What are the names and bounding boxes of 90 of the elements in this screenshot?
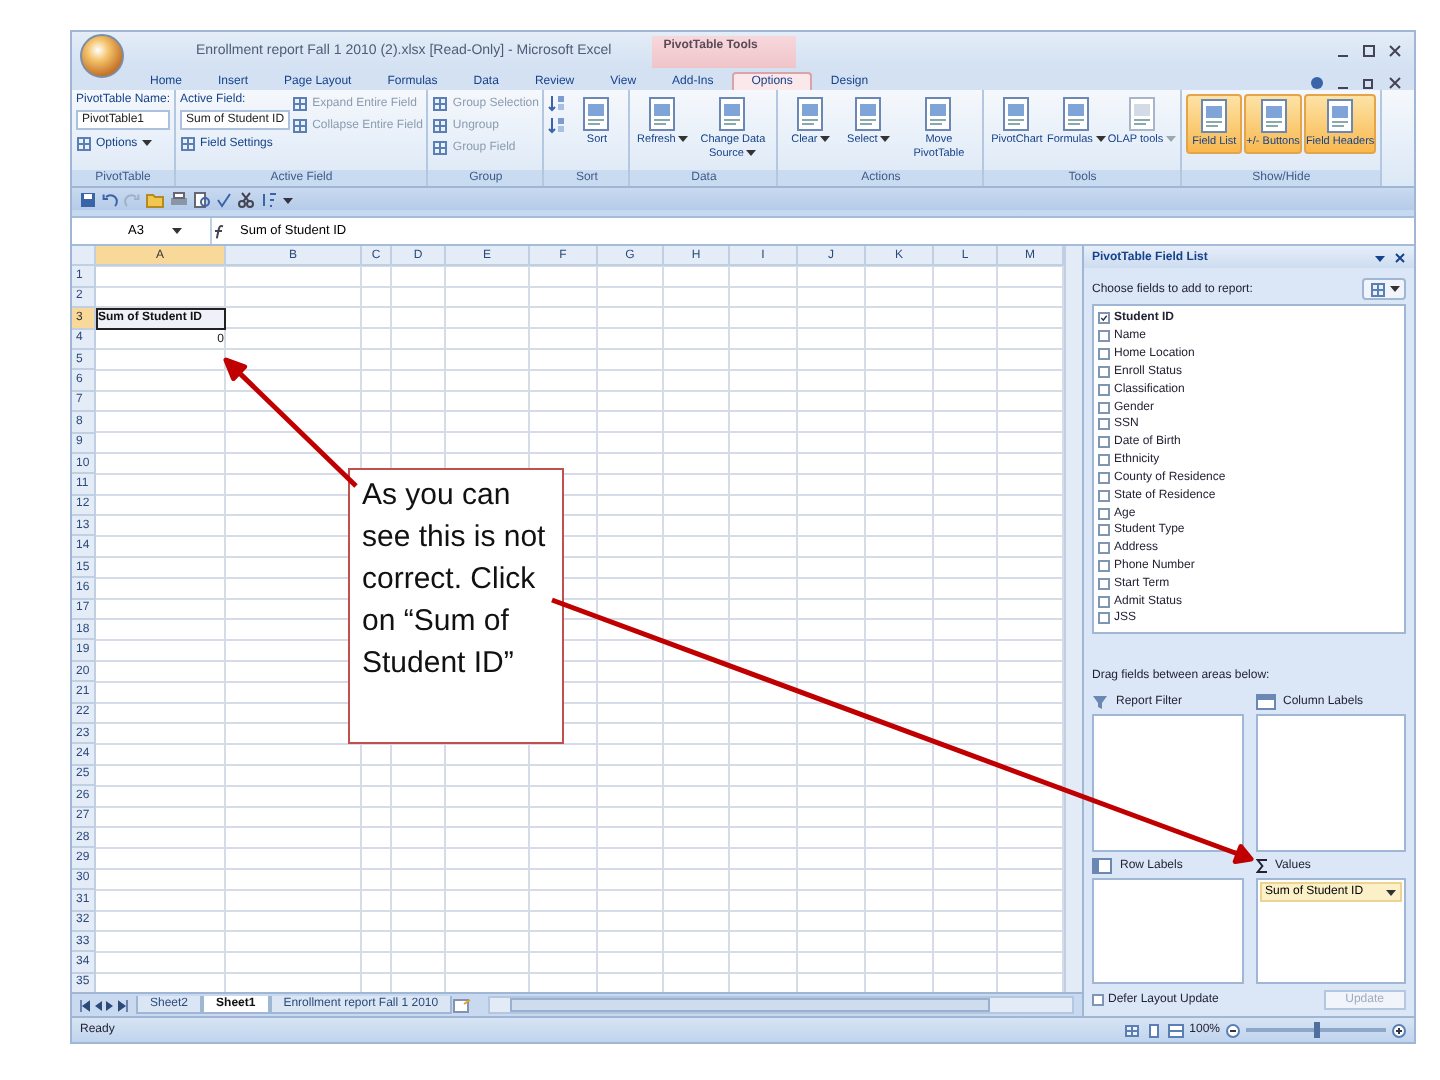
dropdown-icon bbox=[1374, 251, 1386, 263]
horizontal-scrollbar[interactable] bbox=[488, 996, 1074, 1014]
small-grid-icon bbox=[292, 117, 309, 133]
cut-icon bbox=[238, 191, 254, 207]
vertical-scrollbar[interactable] bbox=[1064, 246, 1082, 992]
caret-icon bbox=[141, 140, 152, 146]
close-icon bbox=[1388, 76, 1402, 90]
document-icon bbox=[1124, 96, 1161, 132]
small-grid-icon bbox=[76, 135, 92, 151]
new-sheet-icon bbox=[452, 997, 473, 1013]
document-icon bbox=[920, 96, 957, 132]
zoom-slider-thumb[interactable] bbox=[1313, 1022, 1319, 1038]
arrow bbox=[223, 357, 359, 489]
caret-icon bbox=[1095, 136, 1106, 142]
page-break-view-icon bbox=[1167, 1023, 1184, 1037]
document-icon bbox=[714, 96, 751, 132]
checkbox[interactable] bbox=[1098, 401, 1110, 414]
checkbox[interactable] bbox=[1098, 560, 1110, 572]
document-icon bbox=[644, 96, 681, 132]
small-grid-icon bbox=[180, 135, 197, 151]
close-icon bbox=[1394, 251, 1406, 263]
document-icon bbox=[1196, 98, 1233, 134]
small-grid-icon bbox=[292, 95, 309, 111]
small-grid-icon bbox=[432, 95, 449, 111]
caret-icon bbox=[746, 149, 757, 155]
filter-icon bbox=[1092, 693, 1108, 709]
document-icon bbox=[850, 96, 887, 132]
checkbox[interactable] bbox=[1092, 994, 1104, 1006]
caret-icon bbox=[171, 228, 182, 234]
checkbox[interactable] bbox=[1098, 577, 1110, 590]
caret-icon bbox=[1166, 136, 1177, 142]
caret-icon bbox=[820, 136, 831, 142]
sort-icon[interactable] bbox=[548, 116, 567, 134]
document-icon bbox=[578, 96, 615, 132]
spelling-icon bbox=[216, 191, 232, 207]
checkbox[interactable] bbox=[1098, 507, 1110, 520]
close-icon bbox=[1388, 43, 1402, 57]
document-icon bbox=[1058, 96, 1095, 132]
checkbox[interactable] bbox=[1098, 471, 1110, 484]
redo-icon bbox=[124, 191, 140, 207]
zoom-out-icon bbox=[1226, 1023, 1240, 1037]
checkbox[interactable] bbox=[1098, 595, 1110, 608]
layout-icon bbox=[1369, 281, 1385, 297]
checkbox[interactable] bbox=[1098, 312, 1110, 325]
printer-icon bbox=[170, 191, 188, 207]
caret-icon bbox=[880, 136, 891, 142]
checkbox[interactable] bbox=[1098, 348, 1110, 361]
checkbox[interactable] bbox=[1098, 542, 1110, 555]
columns-icon bbox=[1255, 693, 1275, 709]
small-grid-icon bbox=[432, 117, 449, 133]
rows-icon bbox=[1092, 857, 1112, 873]
sigma-icon bbox=[1255, 857, 1267, 873]
checkbox[interactable] bbox=[1098, 383, 1110, 396]
sort-icon[interactable] bbox=[548, 94, 567, 112]
page-layout-view-icon bbox=[1145, 1023, 1162, 1037]
last-sheet-icon bbox=[118, 999, 128, 1011]
undo-icon bbox=[102, 191, 118, 207]
normal-view-icon bbox=[1123, 1023, 1140, 1037]
next-sheet-icon bbox=[106, 999, 114, 1011]
checkbox[interactable] bbox=[1098, 330, 1110, 343]
checkbox[interactable] bbox=[1098, 489, 1110, 502]
checkbox[interactable] bbox=[1098, 612, 1110, 625]
function-icon bbox=[212, 223, 228, 239]
document-icon bbox=[998, 96, 1035, 132]
checkbox[interactable] bbox=[1098, 436, 1110, 449]
office-button[interactable] bbox=[80, 34, 124, 78]
layout-button[interactable] bbox=[1362, 278, 1406, 300]
restore-icon bbox=[1362, 76, 1376, 90]
checkbox[interactable] bbox=[1098, 454, 1110, 467]
caret-icon bbox=[282, 193, 294, 205]
checkbox[interactable] bbox=[1098, 524, 1110, 537]
first-sheet-icon bbox=[80, 999, 90, 1011]
document-icon bbox=[792, 96, 829, 132]
sort-icon bbox=[260, 191, 276, 207]
caret-icon bbox=[1386, 889, 1396, 895]
zoom-in-icon bbox=[1392, 1023, 1406, 1037]
checkbox[interactable] bbox=[1098, 418, 1110, 431]
maximize-icon bbox=[1362, 43, 1376, 57]
small-grid-icon bbox=[432, 139, 449, 155]
help-icon bbox=[1310, 76, 1324, 90]
document-icon bbox=[1322, 98, 1359, 134]
callout-text: As you can see this is not correct. Click on “Sum of Student ID” bbox=[348, 468, 564, 744]
save-icon bbox=[80, 191, 96, 207]
previous-sheet-icon bbox=[94, 999, 102, 1011]
document-icon bbox=[1255, 98, 1292, 134]
caret-icon bbox=[678, 136, 689, 142]
caret-icon bbox=[1389, 286, 1399, 292]
drop-area[interactable] bbox=[1092, 714, 1243, 852]
checkbox[interactable] bbox=[1098, 365, 1110, 378]
print-preview-icon bbox=[194, 191, 210, 207]
